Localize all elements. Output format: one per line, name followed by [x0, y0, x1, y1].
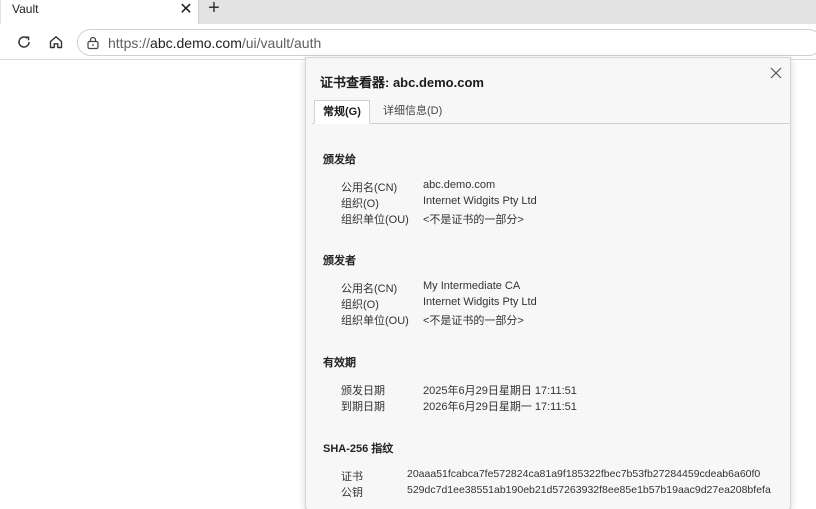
dialog-tabs: 常规(G) 详细信息(D) [312, 100, 790, 124]
browser-tab-vault[interactable]: Vault ✕ [1, 0, 199, 24]
url-path: /ui/vault/auth [241, 35, 322, 51]
address-url[interactable]: https://abc.demo.com/ui/vault/auth [108, 35, 321, 51]
certificate-viewer-dialog: 证书查看器: abc.demo.com 常规(G) 详细信息(D) 颁发给 公用… [305, 57, 791, 509]
issued-by-heading: 颁发者 [323, 255, 356, 267]
field-value: My Intermediate CA [423, 280, 521, 292]
tab-general[interactable]: 常规(G) [314, 100, 370, 124]
field-label: 公钥 [341, 487, 363, 499]
field-label: 组织单位(OU) [341, 214, 409, 226]
reload-icon[interactable] [13, 31, 35, 53]
field-value: 529dc7d1ee38551ab190eb21d57263932f8ee85e… [407, 484, 771, 496]
field-label: 颁发日期 [341, 385, 385, 397]
field-value: 2026年6月29日星期一 17:11:51 [423, 401, 577, 413]
field-value: <不是证书的一部分> [423, 214, 524, 226]
field-label: 组织(O) [341, 299, 379, 311]
browser-toolbar: https://abc.demo.com/ui/vault/auth [0, 24, 816, 60]
field-label: 到期日期 [341, 401, 385, 413]
tab-close-icon[interactable]: ✕ [178, 0, 194, 20]
validity-heading: 有效期 [323, 357, 356, 369]
field-label: 组织单位(OU) [341, 315, 409, 327]
url-scheme: https:// [108, 35, 151, 51]
field-value: abc.demo.com [423, 179, 496, 191]
issued-to-heading: 颁发给 [323, 154, 356, 166]
tab-strip: Vault ✕ + [0, 0, 816, 24]
field-value: Internet Widgits Pty Ltd [423, 195, 537, 207]
site-info-icon[interactable] [84, 34, 102, 52]
new-tab-button[interactable]: + [204, 0, 224, 20]
field-label: 组织(O) [341, 198, 379, 210]
fingerprints-heading: SHA-256 指纹 [323, 443, 394, 455]
field-value: Internet Widgits Pty Ltd [423, 296, 537, 308]
address-bar[interactable]: https://abc.demo.com/ui/vault/auth [77, 29, 816, 56]
general-panel: 颁发给 公用名(CN) abc.demo.com 组织(O) Internet … [307, 124, 789, 509]
tab-title: Vault [12, 2, 39, 16]
dialog-title: 证书查看器: abc.demo.com [320, 75, 484, 90]
close-icon[interactable] [767, 64, 785, 82]
field-value: <不是证书的一部分> [423, 315, 524, 327]
tab-details[interactable]: 详细信息(D) [375, 100, 450, 124]
home-icon[interactable] [45, 31, 67, 53]
field-value: 2025年6月29日星期日 17:11:51 [423, 385, 577, 397]
field-value: 20aaa51fcabca7fe572824ca81a9f185322fbec7… [407, 468, 761, 480]
field-label: 公用名(CN) [341, 182, 398, 194]
field-label: 证书 [341, 471, 363, 483]
field-label: 公用名(CN) [341, 283, 398, 295]
url-host: abc.demo.com [150, 35, 242, 51]
